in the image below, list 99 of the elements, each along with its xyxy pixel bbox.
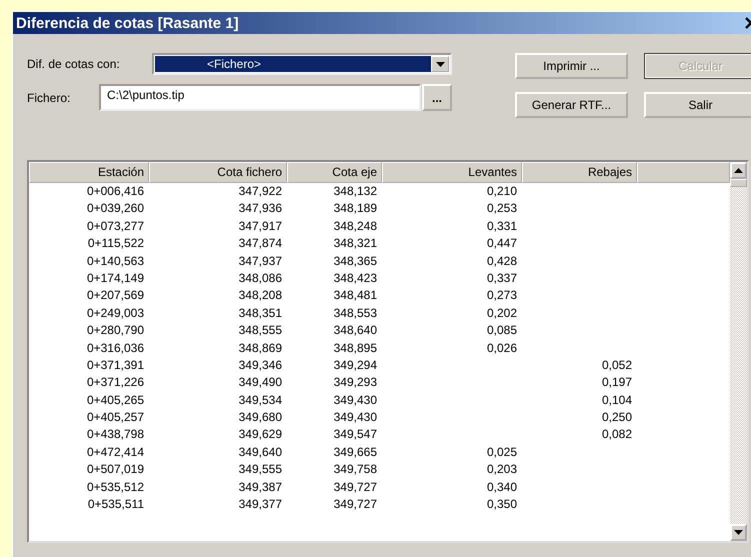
- table-cell-text: 0+535,512: [86, 478, 145, 496]
- table-cell-text: 349,680: [238, 409, 283, 426]
- table-cell-text: 0,340: [486, 478, 518, 496]
- table-cell-text: 0,104: [600, 392, 633, 409]
- table-cell-text: 0+174,149: [86, 270, 145, 287]
- table-cell-text: 349,665: [332, 444, 378, 461]
- table-cell-text: 0+371,391: [86, 356, 145, 374]
- table-cell-text: 349,629: [238, 426, 283, 444]
- table-cell-text: 0+535,511: [86, 496, 145, 514]
- table-cell-text: 347,874: [238, 235, 283, 252]
- table-cell-text: 348,248: [332, 218, 378, 235]
- table-cell-text: 349,294: [332, 356, 378, 374]
- table-cell-text: 349,640: [238, 444, 283, 461]
- column-header[interactable]: Cota eje: [287, 162, 382, 183]
- table-cell-text: 349,377: [238, 496, 283, 514]
- dropdown-value: <Fichero>: [155, 56, 431, 72]
- table-cell-text: 348,132: [332, 183, 378, 200]
- table-cell-text: 0+280,790: [86, 322, 145, 340]
- scroll-down-button[interactable]: [730, 524, 747, 541]
- column-header[interactable]: Levantes: [382, 162, 522, 183]
- table-cell-text: 0+249,003: [86, 304, 145, 322]
- table-cell-text: 0+405,265: [86, 392, 145, 409]
- table-cell-text: 0+371,226: [86, 374, 145, 392]
- column-header[interactable]: Cota fichero: [149, 162, 287, 183]
- table-cell-text: 0+006,416: [86, 183, 145, 200]
- table-cell-text: 349,346: [238, 356, 283, 374]
- table-cell-text: 0+472,414: [86, 444, 145, 461]
- table-cell-text: 347,937: [238, 252, 283, 270]
- table-cell-text: 0+115,522: [86, 235, 145, 252]
- dropdown-button[interactable]: [431, 56, 449, 72]
- table-cell-text: 0+507,019: [86, 461, 145, 478]
- down-arrow-icon: [734, 530, 743, 535]
- dialog-button[interactable]: Salir: [644, 92, 751, 118]
- table-cell-text: 0,026: [486, 340, 518, 357]
- table-cell-text: 348,351: [238, 304, 283, 322]
- table-cell-text: 348,869: [238, 340, 283, 357]
- field-label: Dif. de cotas con:: [27, 57, 121, 71]
- table-cell-text: 348,321: [332, 235, 378, 252]
- table-cell-text: 347,922: [238, 183, 283, 200]
- table-cell-text: 0+438,798: [86, 426, 145, 444]
- table-cell-text: 349,430: [332, 392, 378, 409]
- table-cell-text: 0,085: [486, 322, 518, 340]
- table-cell-text: 349,293: [332, 374, 378, 392]
- table-cell-text: 0,428: [486, 252, 518, 270]
- column-header[interactable]: Rebajes: [522, 162, 637, 183]
- table-cell-text: 0,197: [600, 374, 633, 392]
- scroll-thumb[interactable]: [730, 179, 747, 187]
- table-cell-text: 0+207,569: [86, 287, 145, 304]
- table-cell-text: 0,210: [486, 183, 518, 200]
- table-cell-text: 0,250: [600, 409, 633, 426]
- scrollbar[interactable]: [730, 162, 747, 541]
- table-cell-text: 347,936: [238, 200, 283, 218]
- table-cell-text: 0,447: [486, 235, 518, 252]
- table-cell-text: 349,430: [332, 409, 378, 426]
- table-cell-text: 349,387: [238, 478, 283, 496]
- table-cell-text: 0,082: [600, 426, 633, 444]
- column-header[interactable]: Estación: [29, 162, 149, 183]
- browse-button[interactable]: ...: [422, 84, 452, 111]
- table-cell-text: 348,189: [332, 200, 378, 218]
- table-cell-text: 348,365: [332, 252, 378, 270]
- dialog-button[interactable]: Generar RTF...: [515, 92, 628, 118]
- table-cell-text: 0,203: [486, 461, 518, 478]
- caret-icon: [436, 62, 444, 66]
- dialog-button[interactable]: Imprimir ...: [515, 53, 628, 79]
- table-cell-text: 349,727: [332, 496, 378, 514]
- table-cell-text: 0+039,260: [86, 200, 145, 218]
- table-cell-text: 0+316,036: [86, 340, 145, 357]
- table-cell-text: 349,555: [238, 461, 283, 478]
- table-cell-text: 0,337: [486, 270, 518, 287]
- table-cell-text: 0,202: [486, 304, 518, 322]
- table-cell-text: 0+073,277: [86, 218, 145, 235]
- table-cell-text: 348,555: [238, 322, 283, 340]
- table-cell-text: 0+405,257: [86, 409, 145, 426]
- table-cell-text: 0,350: [486, 496, 518, 514]
- dropdown[interactable]: <Fichero>: [152, 53, 452, 75]
- table-cell-text: 0+140,563: [86, 252, 145, 270]
- table-cell-text: 348,895: [332, 340, 378, 357]
- table-cell-text: 0,052: [600, 356, 633, 374]
- table-cell-text: 0,025: [486, 444, 518, 461]
- table-cell-text: 349,534: [238, 392, 283, 409]
- table-cell-text: 349,758: [332, 461, 378, 478]
- up-arrow-icon: [734, 168, 743, 173]
- table-cell-text: 348,423: [332, 270, 378, 287]
- table-cell-text: 0,331: [486, 218, 518, 235]
- table-cell-text: 348,086: [238, 270, 283, 287]
- table-cell-text: 349,490: [238, 374, 283, 392]
- table-cell-text: 349,547: [332, 426, 378, 444]
- scroll-up-button[interactable]: [730, 162, 747, 179]
- table-cell-text: 0,273: [486, 287, 518, 304]
- table-cell-text: 348,481: [332, 287, 378, 304]
- file-field[interactable]: C:\2\puntos.tip: [99, 84, 421, 111]
- table-cell-text: 0,253: [486, 200, 518, 218]
- table-cell-text: 348,208: [238, 287, 283, 304]
- table-cell-text: 347,917: [238, 218, 283, 235]
- table-cell-text: 349,727: [332, 478, 378, 496]
- window-title: Diferencia de cotas [Rasante 1]: [16, 14, 239, 32]
- table-cell-text: 348,553: [332, 304, 378, 322]
- table-cell-text: 348,640: [332, 322, 378, 340]
- field-label: Fichero:: [27, 90, 72, 104]
